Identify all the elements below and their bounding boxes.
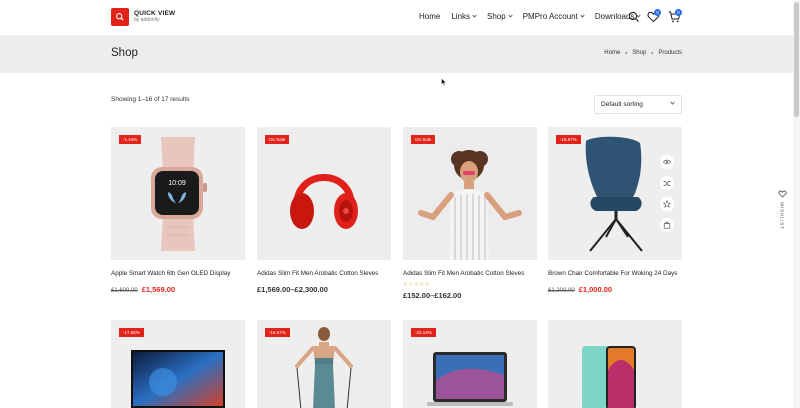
product-image-smartwatch[interactable]: 10:09 -1.44% bbox=[111, 127, 245, 260]
product-image-monitor[interactable]: -17.65% bbox=[111, 320, 245, 408]
product-image-chair[interactable]: -16.67% bbox=[548, 127, 682, 260]
product-name[interactable]: Apple Smart Watch 6th Gen OLED Display bbox=[111, 270, 245, 277]
site-logo[interactable]: QUICK VIEW by addonify bbox=[111, 8, 175, 26]
nav-shop-label: Shop bbox=[487, 12, 506, 21]
product-card[interactable]: 10:09 -1.44% Apple Smart Watch 6th Gen O… bbox=[111, 127, 245, 294]
sale-badge: -16.67% bbox=[265, 328, 290, 337]
quick-view-eye-icon[interactable] bbox=[660, 155, 674, 169]
nav-pmpro-account[interactable]: PMPro Account bbox=[522, 12, 585, 21]
product-name[interactable]: Adidas Slim Fit Men Arobatic Cotton Slev… bbox=[257, 270, 391, 277]
breadcrumb-products: Products bbox=[658, 50, 682, 56]
product-name[interactable]: Brown Chair Comfortable For Woking 24 Da… bbox=[548, 270, 682, 277]
svg-text:10:09: 10:09 bbox=[168, 180, 186, 187]
product-old-price: £1,600.00 bbox=[111, 288, 138, 294]
breadcrumb-separator-icon bbox=[624, 51, 628, 55]
product-price-range: £1,569.00–£2,300.00 bbox=[257, 285, 328, 294]
nav-home-label: Home bbox=[419, 12, 441, 21]
wishlist-tab-label: WISHLIST bbox=[779, 202, 785, 230]
chevron-down-icon bbox=[670, 100, 675, 105]
sort-selected-value: Default sorting bbox=[601, 101, 643, 108]
nav-home[interactable]: Home bbox=[419, 12, 440, 21]
wishlist-heart-icon[interactable]: 0 bbox=[647, 9, 661, 28]
mouse-cursor-icon bbox=[441, 73, 447, 91]
product-image-laptop[interactable]: -22.14% bbox=[403, 320, 537, 408]
product-card[interactable]: -16.67% Brown Chair Comfortable For Woki… bbox=[548, 127, 682, 294]
product-image-woman-shrugging[interactable]: On Sale bbox=[403, 127, 537, 260]
cart-count-badge: 0 bbox=[675, 9, 682, 16]
product-price: £1,200.00 £1,000.00 bbox=[548, 285, 682, 294]
product-price: £1,569.00–£2,300.00 bbox=[257, 285, 391, 294]
breadcrumb-separator-icon bbox=[650, 51, 654, 55]
logo-subtitle: by addonify bbox=[134, 17, 160, 24]
product-price-range: £152.00–£162.00 bbox=[403, 291, 462, 300]
page-title: Shop bbox=[111, 47, 138, 59]
scrollbar-thumb[interactable] bbox=[794, 2, 799, 117]
page-title-bar: Shop Home Shop Products bbox=[0, 35, 800, 73]
product-card[interactable]: -16.67% bbox=[257, 320, 391, 408]
nav-shop[interactable]: Shop bbox=[487, 12, 513, 21]
product-old-price: £1,200.00 bbox=[548, 288, 575, 294]
nav-pmpro-label: PMPro Account bbox=[522, 12, 578, 21]
chevron-down-icon bbox=[508, 13, 513, 18]
breadcrumb: Home Shop Products bbox=[604, 50, 682, 56]
page-scrollbar[interactable] bbox=[793, 0, 800, 408]
product-image-headphones[interactable]: On Sale bbox=[257, 127, 391, 260]
sale-badge: On Sale bbox=[411, 135, 436, 144]
heart-icon bbox=[777, 190, 787, 198]
rating-stars: ☆☆☆☆☆ bbox=[403, 282, 431, 288]
logo-search-icon bbox=[111, 8, 129, 26]
sale-badge: -16.67% bbox=[556, 135, 581, 144]
product-sale-price: £1,000.00 bbox=[578, 285, 613, 294]
sort-select[interactable]: Default sorting bbox=[594, 95, 682, 114]
product-image-fitness-woman[interactable]: -16.67% bbox=[257, 320, 391, 408]
product-card[interactable]: -22.14% bbox=[403, 320, 537, 408]
breadcrumb-home[interactable]: Home bbox=[604, 50, 620, 56]
product-card[interactable]: -17.65% bbox=[111, 320, 245, 408]
add-to-wishlist-star-icon[interactable] bbox=[660, 197, 674, 211]
product-price: £1,600.00 £1,569.00 bbox=[111, 285, 245, 294]
sale-badge: On Sale bbox=[265, 135, 290, 144]
sale-badge: -22.14% bbox=[411, 328, 436, 337]
search-icon[interactable] bbox=[628, 10, 640, 28]
product-name[interactable]: Adidas Slim Fit Men Arobatic Cotton Slev… bbox=[403, 270, 537, 277]
compare-shuffle-icon[interactable] bbox=[660, 176, 674, 190]
nav-links-label: Links bbox=[451, 12, 471, 21]
result-count: Showing 1–16 of 17 results bbox=[111, 96, 190, 103]
sale-badge: -17.65% bbox=[119, 328, 144, 337]
add-to-cart-bag-icon[interactable] bbox=[660, 218, 674, 232]
product-card[interactable]: On Sale Adidas Slim Fit Men Arobatic Cot… bbox=[403, 127, 537, 300]
cart-icon[interactable]: 0 bbox=[668, 9, 682, 28]
chevron-down-icon bbox=[472, 13, 477, 18]
product-sale-price: £1,569.00 bbox=[141, 285, 176, 294]
wishlist-count-badge: 0 bbox=[654, 9, 661, 16]
sale-badge: -1.44% bbox=[119, 135, 142, 144]
product-card[interactable] bbox=[548, 320, 682, 408]
nav-links[interactable]: Links bbox=[451, 12, 477, 21]
wishlist-side-tab[interactable]: WISHLIST bbox=[774, 190, 790, 236]
breadcrumb-shop[interactable]: Shop bbox=[632, 50, 646, 56]
main-nav: Home Links Shop PMPro Account Downloads bbox=[419, 12, 651, 21]
product-image-smartphone[interactable] bbox=[548, 320, 682, 408]
site-header: QUICK VIEW by addonify Home Links Shop P… bbox=[0, 0, 800, 34]
product-card[interactable]: On Sale Adidas Slim Fit Men Arobatic Cot… bbox=[257, 127, 391, 294]
product-quick-actions bbox=[660, 155, 674, 239]
chevron-down-icon bbox=[580, 13, 585, 18]
